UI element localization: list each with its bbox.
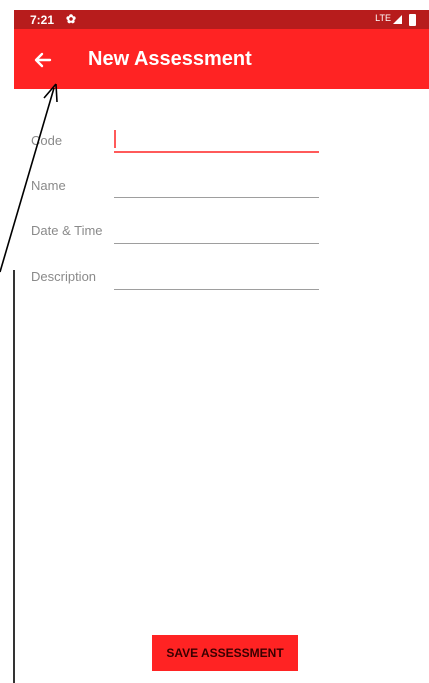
page-title: New Assessment [88,48,252,70]
description-label: Description [31,269,97,284]
description-row: Description [14,257,429,297]
code-field[interactable] [114,127,319,153]
phone-screen: 7:21 ✿ LTE New Assessment Code Name Date… [14,10,429,683]
name-row: Name [14,165,429,205]
text-cursor [114,130,116,148]
datetime-field[interactable] [114,219,319,244]
gear-icon: ✿ [66,12,77,26]
status-bar: 7:21 ✿ LTE [14,10,429,29]
name-label: Name [31,178,66,193]
status-time: 7:21 [30,13,55,27]
arrow-left-icon [34,52,52,68]
back-button[interactable] [30,47,56,73]
datetime-label: Date & Time [31,223,103,238]
signal-icon [393,15,402,24]
code-label: Code [31,133,63,148]
network-type: LTE [375,13,391,23]
name-field[interactable] [114,173,319,198]
datetime-row: Date & Time [14,211,429,251]
code-row: Code [14,119,429,159]
battery-icon [409,14,416,26]
description-field[interactable] [114,265,319,290]
app-bar: New Assessment [14,29,429,89]
save-assessment-button[interactable]: SAVE ASSESSMENT [152,635,298,671]
